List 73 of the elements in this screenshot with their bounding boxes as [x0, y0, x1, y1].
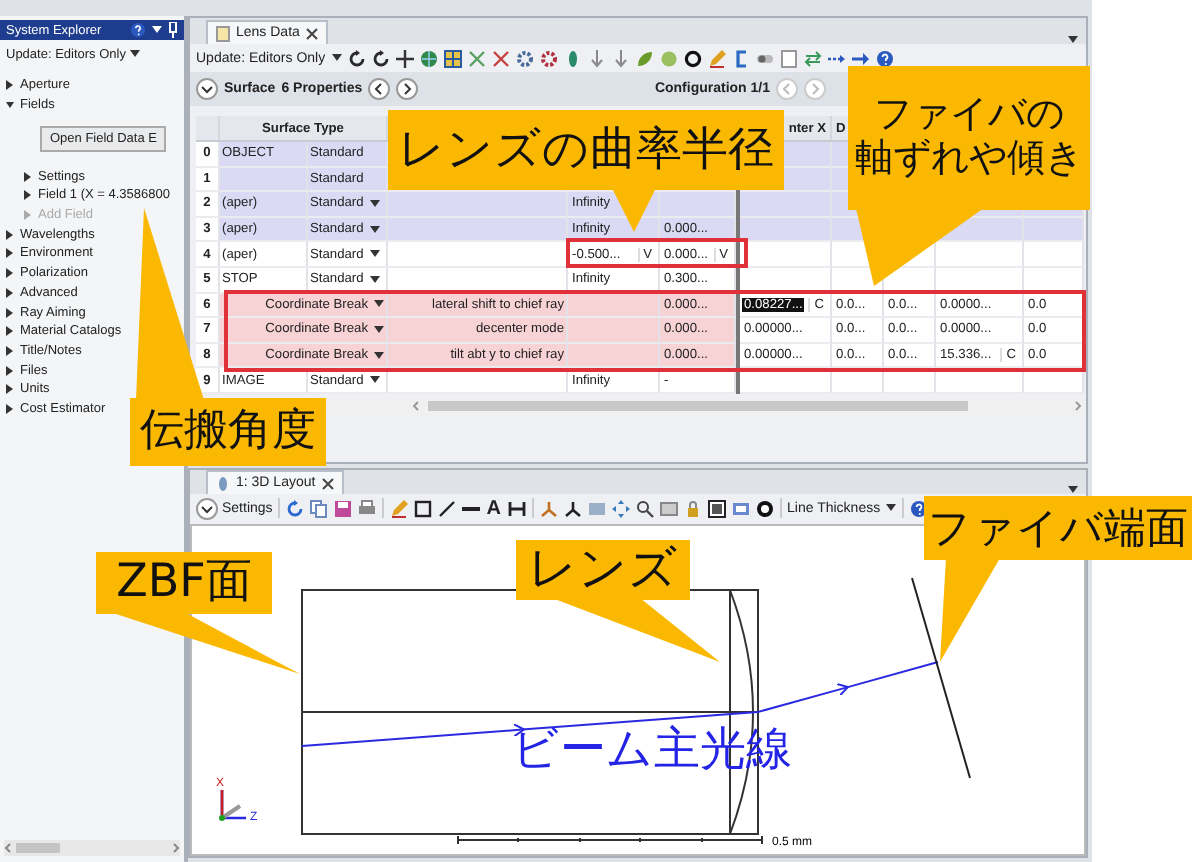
document-icon [216, 25, 230, 41]
callout-label: ZBF面 [96, 552, 272, 614]
page-icon[interactable] [779, 49, 798, 67]
grid-icon[interactable] [443, 49, 462, 67]
expand-icon[interactable] [196, 497, 218, 520]
expand-button[interactable] [196, 78, 218, 100]
expander-icon[interactable] [6, 365, 14, 376]
cross-icon[interactable] [467, 49, 486, 67]
expander-icon[interactable] [6, 403, 14, 414]
horizontal-scrollbar[interactable] [4, 840, 180, 856]
expander-icon[interactable] [6, 326, 14, 337]
pencil-icon[interactable] [390, 499, 409, 518]
move-icon[interactable] [611, 499, 630, 518]
printer-icon[interactable] [358, 499, 377, 518]
caret-icon[interactable] [129, 50, 140, 58]
expander-icon[interactable] [6, 384, 14, 395]
expander-icon[interactable] [6, 287, 14, 298]
expander-icon[interactable] [6, 80, 14, 91]
callout-pointer [940, 558, 1000, 662]
pencil-icon[interactable] [707, 49, 726, 67]
copy-icon[interactable] [310, 499, 329, 518]
lens-icon [216, 475, 230, 492]
dropdown-caret-icon[interactable] [369, 199, 380, 208]
line-icon[interactable] [438, 499, 457, 518]
previous-button[interactable] [368, 78, 391, 100]
expander-icon[interactable] [6, 100, 14, 111]
expander-icon[interactable] [6, 307, 14, 318]
dropdown-caret-icon[interactable] [369, 275, 380, 284]
close-icon[interactable] [321, 477, 334, 490]
dropdown-caret-icon[interactable] [369, 250, 380, 259]
caret-icon[interactable] [886, 504, 897, 513]
expander-icon[interactable] [6, 268, 14, 279]
axes-icon[interactable] [563, 499, 582, 518]
callout-label: 伝搬角度 [130, 398, 326, 466]
callout-pointer [856, 208, 984, 286]
arrow-icon[interactable] [611, 49, 630, 67]
dropdown-caret-icon[interactable] [369, 376, 380, 385]
save-icon[interactable] [334, 499, 353, 518]
cross-icon[interactable] [491, 49, 510, 67]
leaf-icon[interactable] [635, 49, 654, 67]
search-icon[interactable] [635, 499, 654, 518]
dial-icon[interactable] [755, 499, 774, 518]
pin-icon[interactable] [168, 22, 178, 38]
next-button[interactable] [396, 78, 419, 100]
globe-icon[interactable] [419, 49, 438, 67]
dashed-arrow-icon[interactable] [827, 49, 846, 67]
dropdown-caret-icon[interactable] [374, 351, 384, 360]
toggle-icon[interactable] [755, 49, 774, 67]
dropdown-caret-icon[interactable] [374, 300, 384, 309]
text-tool[interactable]: A [486, 499, 502, 518]
dropdown-caret-icon[interactable] [374, 325, 384, 334]
help-icon[interactable] [875, 49, 894, 67]
caret-icon[interactable] [152, 26, 162, 34]
callout-label: レンズ [516, 540, 690, 600]
expander-icon[interactable] [6, 229, 14, 240]
square-icon[interactable] [414, 499, 433, 518]
close-icon[interactable] [305, 27, 318, 39]
arrow-icon[interactable] [851, 49, 870, 67]
expander-icon[interactable] [6, 345, 14, 356]
dropdown-caret-icon[interactable] [369, 225, 380, 234]
caret-icon[interactable] [331, 54, 342, 62]
dimension-icon[interactable] [507, 499, 526, 518]
lens-icon[interactable] [563, 49, 582, 67]
ring-icon[interactable] [683, 49, 702, 67]
callout-pointer [612, 188, 656, 232]
swap-icon[interactable] [803, 49, 822, 67]
expander-icon[interactable] [6, 248, 14, 259]
frame-icon[interactable] [707, 499, 726, 518]
overflow-caret-icon[interactable] [1068, 36, 1078, 44]
crosshair-icon[interactable] [395, 49, 414, 67]
arrow-icon[interactable] [587, 49, 606, 67]
help-icon[interactable] [130, 22, 146, 38]
axis-triad-icon [219, 788, 248, 821]
